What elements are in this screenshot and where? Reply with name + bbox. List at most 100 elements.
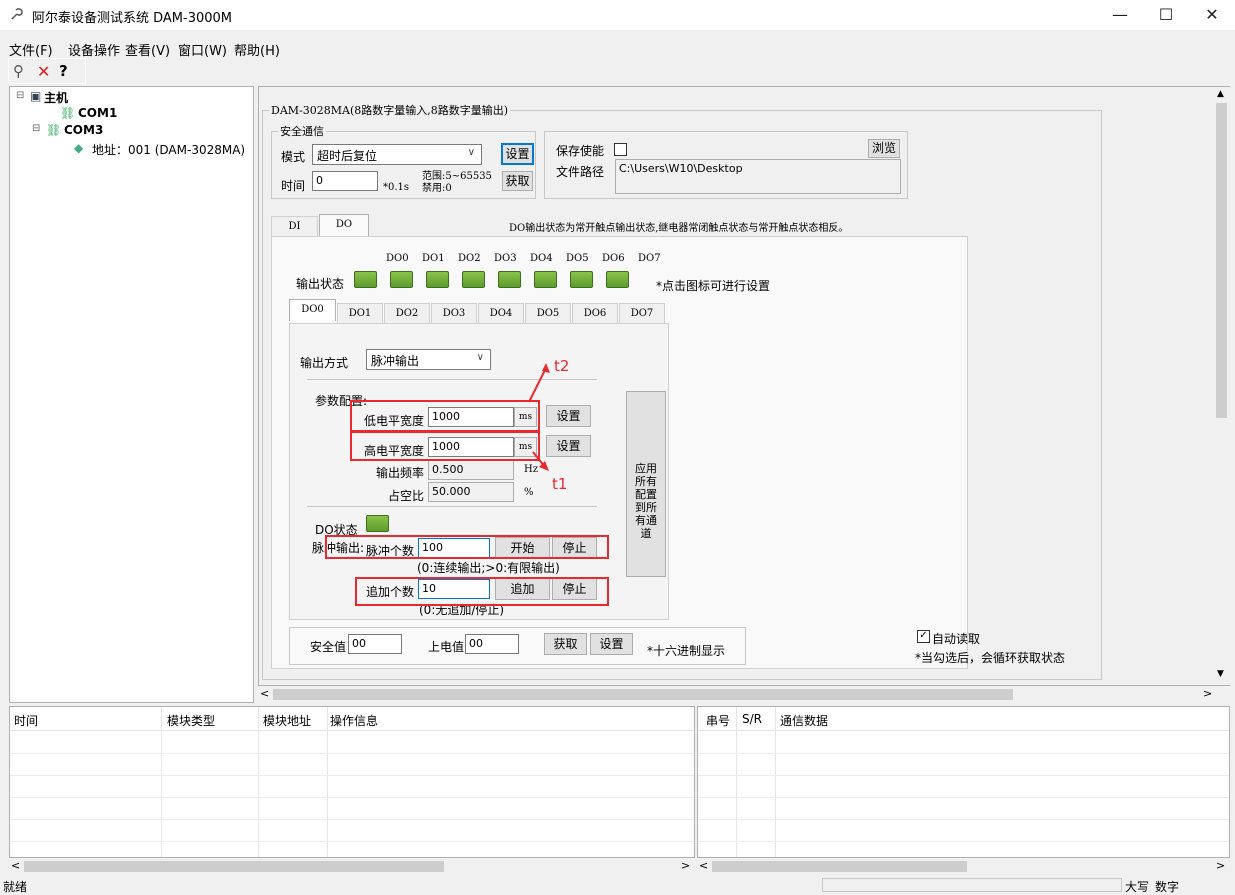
duty-unit: % [524,487,534,498]
scroll-thumb[interactable] [1216,103,1227,418]
do4-led[interactable] [498,271,521,288]
pulse-note: (0:连续输出;>0:有限输出) [417,561,560,575]
tab-do6[interactable]: DO6 [572,303,618,323]
search-icon[interactable]: ⚲ [13,62,24,80]
tab-do7[interactable]: DO7 [619,303,665,323]
tab-di[interactable]: DI [271,216,318,236]
apply-all-button[interactable]: 应用所有配置到所有通道 [626,391,666,577]
safe-set-button[interactable]: 设置 [590,633,633,655]
status-bar: 就绪 大写 数字 [0,876,1235,894]
auto-read-checkbox[interactable]: ✓ [917,630,930,643]
help-icon[interactable]: ? [59,62,68,80]
scroll-down-icon[interactable]: ▼ [1217,669,1224,679]
status-ready: 就绪 [3,880,28,894]
horizontal-scrollbar[interactable]: < > [258,686,1230,703]
tab-do4[interactable]: DO4 [478,303,524,323]
do-note: DO输出状态为常开触点输出状态,继电器常闭触点状态与常开触点状态相反。 [509,223,849,234]
tab-do1[interactable]: DO1 [337,303,383,323]
scroll-right-icon[interactable]: > [1216,859,1225,872]
tab-do3[interactable]: DO3 [431,303,477,323]
delete-icon[interactable]: ✕ [37,62,50,81]
annotation-t1: t1 [552,475,568,493]
time-input[interactable]: 0 [312,171,378,191]
channel-label: DO7 [638,253,661,264]
device-group-title: DAM-3028MA(8路数字量输入,8路数字量输出) [269,102,511,118]
vertical-scrollbar[interactable]: ▲ ▼ [1213,87,1230,685]
tree-device[interactable]: 地址：001 (DAM-3028MA) [92,141,245,158]
disable-text: 禁用:0 [422,183,452,194]
mode-select[interactable]: 超时后复位 ∨ [312,144,482,165]
do1-led[interactable] [390,271,413,288]
safe-label: 安全值 [310,640,347,654]
tab-do[interactable]: DO [319,214,369,236]
collapse-icon[interactable]: ⊟ [16,90,24,101]
freq-value: 0.500 [428,460,514,480]
log-scrollbar[interactable]: < > [9,858,695,875]
do7-led[interactable] [606,271,629,288]
scroll-thumb[interactable] [24,861,444,872]
comm-scrollbar[interactable]: < > [697,858,1230,875]
collapse-icon[interactable]: ⊟ [32,123,40,134]
tree-com3[interactable]: COM3 [64,123,103,137]
menu-bar: 文件(F) 设备操作 查看(V) 窗口(W) 帮助(H) [0,38,1235,59]
port-icon: ⛓ [60,106,76,120]
do3-led[interactable] [462,271,485,288]
minimize-button[interactable]: — [1097,0,1143,30]
menu-view[interactable]: 查看(V) [125,40,170,59]
computer-icon: ▣ [30,89,42,103]
scroll-up-icon[interactable]: ▲ [1217,89,1224,99]
tree-com1[interactable]: COM1 [78,106,117,120]
maximize-button[interactable]: ☐ [1143,0,1189,30]
scroll-left-icon[interactable]: < [11,859,20,872]
file-path-input[interactable]: C:\Users\W10\Desktop [615,159,901,194]
channel-label: DO6 [602,253,625,264]
security-set-button[interactable]: 设置 [501,143,534,165]
file-path-label: 文件路径 [556,165,605,179]
output-mode-label: 输出方式 [300,356,349,370]
comm-header-serial: 串号 [706,714,731,728]
channel-label: DO2 [458,253,481,264]
duty-value: 50.000 [428,482,514,502]
menu-window[interactable]: 窗口(W) [178,40,227,59]
power-value-input[interactable]: 00 [465,634,519,654]
tree-root[interactable]: 主机 [44,89,68,106]
menu-help[interactable]: 帮助(H) [234,40,280,59]
browse-button[interactable]: 浏览 [868,139,900,158]
security-get-button[interactable]: 获取 [502,171,533,191]
safe-value-input[interactable]: 00 [348,634,402,654]
status-num: 数字 [1155,880,1180,894]
menu-file[interactable]: 文件(F) [9,40,53,59]
scroll-left-icon[interactable]: < [260,687,269,700]
close-button[interactable]: ✕ [1189,0,1235,30]
scroll-right-icon[interactable]: > [1203,687,1212,700]
do6-led[interactable] [570,271,593,288]
annotation-box [350,431,540,461]
scroll-left-icon[interactable]: < [699,859,708,872]
tab-do5[interactable]: DO5 [525,303,571,323]
tab-do0[interactable]: DO0 [289,299,336,321]
chevron-down-icon: ∨ [467,147,475,158]
safe-get-button[interactable]: 获取 [544,633,587,655]
save-enable-label: 保存使能 [556,144,605,158]
device-panel: ▲ ▼ DAM-3028MA(8路数字量输入,8路数字量输出) 安全通信 模式 … [258,86,1230,686]
annotation-t2: t2 [554,357,570,375]
do2-led[interactable] [426,271,449,288]
duty-label: 占空比 [388,489,425,503]
scroll-thumb[interactable] [273,689,1013,700]
output-mode-select[interactable]: 脉冲输出 ∨ [366,349,491,370]
save-enable-checkbox[interactable] [614,143,627,156]
scroll-right-icon[interactable]: > [681,859,690,872]
do-state-led[interactable] [366,515,389,532]
do5-led[interactable] [534,271,557,288]
do0-led[interactable] [354,271,377,288]
menu-device[interactable]: 设备操作 [68,40,120,59]
port-icon: ⛓ [46,123,62,137]
app-icon [11,8,23,20]
tab-do2[interactable]: DO2 [384,303,430,323]
window-title: 阿尔泰设备测试系统 DAM-3000M [32,11,233,26]
security-title: 安全通信 [278,123,326,139]
annotation-arrows [528,363,550,471]
annotation-box [350,400,540,432]
log-header-time: 时间 [14,714,39,728]
scroll-thumb[interactable] [712,861,967,872]
